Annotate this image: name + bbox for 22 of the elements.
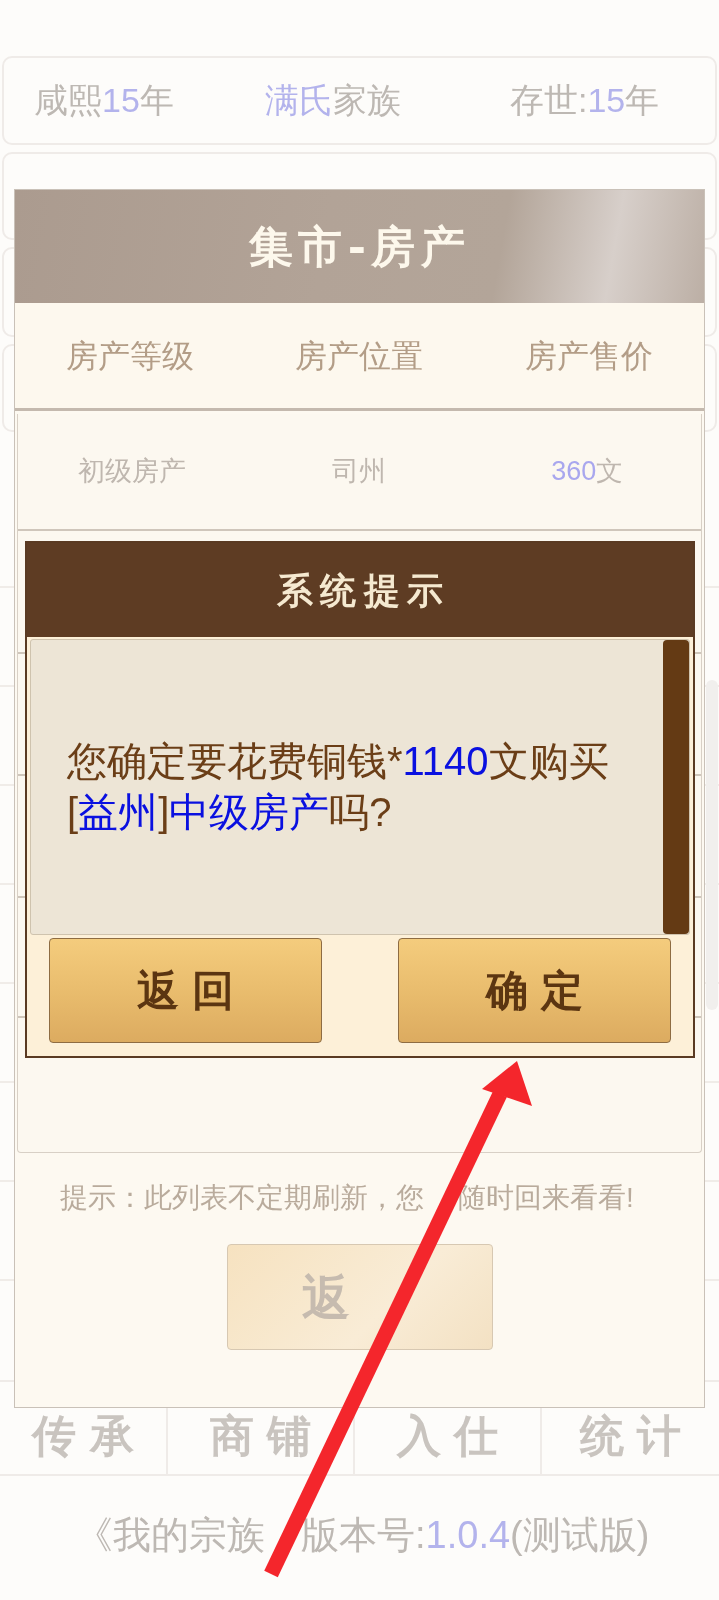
- info-text: 咸熙15年: [34, 80, 175, 121]
- panel-title: 集市-房产: [249, 219, 470, 274]
- nav-tab[interactable]: 入仕: [383, 1412, 512, 1460]
- version-text: 版本号:1.0.4(测试版): [301, 1512, 650, 1558]
- hint-text: 提示：此列表不定期刷新，您: [60, 1181, 424, 1215]
- info-text: 满氏家族: [265, 80, 402, 121]
- hint-text: 随时回来看看!: [458, 1181, 634, 1215]
- dialog-button[interactable]: 返回: [49, 938, 322, 1043]
- nav-tab[interactable]: 商铺: [196, 1412, 325, 1460]
- dialog-button[interactable]: 确定: [398, 938, 671, 1043]
- column-header: 房产等级: [64, 336, 195, 376]
- table-cell-text: 司州: [331, 455, 388, 489]
- table-cell-text: 360文: [550, 455, 625, 489]
- dialog-message: 您确定要花费铜钱*1140文购买[益州]中级房产吗?: [67, 738, 610, 836]
- column-header: 房产售价: [524, 336, 655, 376]
- version-text: 《我的宗族: [75, 1512, 265, 1558]
- dialog-title: 系统提示: [276, 568, 450, 613]
- table-cell-text: 初级房产: [76, 455, 187, 489]
- nav-tab[interactable]: 统计: [566, 1412, 695, 1460]
- info-text: 存世:15年: [510, 80, 661, 121]
- nav-tab[interactable]: 传承: [19, 1412, 147, 1460]
- column-header: 房产位置: [294, 336, 425, 376]
